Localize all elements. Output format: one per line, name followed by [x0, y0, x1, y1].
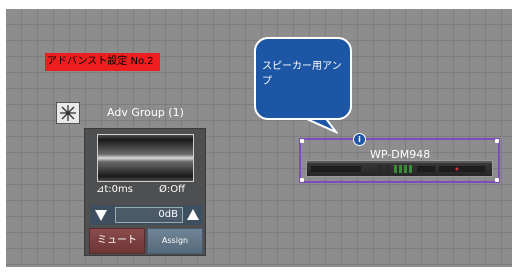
volume-value[interactable]: 0dB	[115, 207, 183, 223]
star-burst-icon[interactable]	[56, 102, 80, 124]
info-icon[interactable]: i	[353, 133, 366, 146]
speech-bubble[interactable]: スピーカー用アンプ	[254, 37, 352, 120]
resize-handle[interactable]	[300, 178, 304, 182]
group-title: Adv Group (1)	[107, 106, 184, 119]
group-panel[interactable]: ⊿t:0ms Ø:Off 0dB ミュート Assign	[84, 128, 206, 256]
level-meter	[97, 134, 194, 182]
phase-readout: Ø:Off	[159, 184, 186, 195]
resize-handle[interactable]	[495, 139, 499, 143]
volume-control: 0dB	[90, 205, 202, 225]
advanced-setting-label[interactable]: アドバンスト設定 No.2	[45, 53, 160, 71]
mute-button[interactable]: ミュート	[89, 228, 145, 254]
bubble-text: スピーカー用アンプ	[262, 61, 342, 87]
amplifier-front-panel	[307, 161, 492, 173]
resize-handle[interactable]	[300, 139, 304, 143]
amplifier-name: WP-DM948	[370, 148, 431, 161]
resize-handle[interactable]	[495, 178, 499, 182]
volume-up-icon[interactable]	[186, 208, 200, 222]
delay-readout: ⊿t:0ms	[96, 184, 133, 195]
amplifier-image	[306, 160, 493, 177]
volume-down-icon[interactable]	[94, 208, 108, 222]
assign-button[interactable]: Assign	[147, 228, 203, 254]
